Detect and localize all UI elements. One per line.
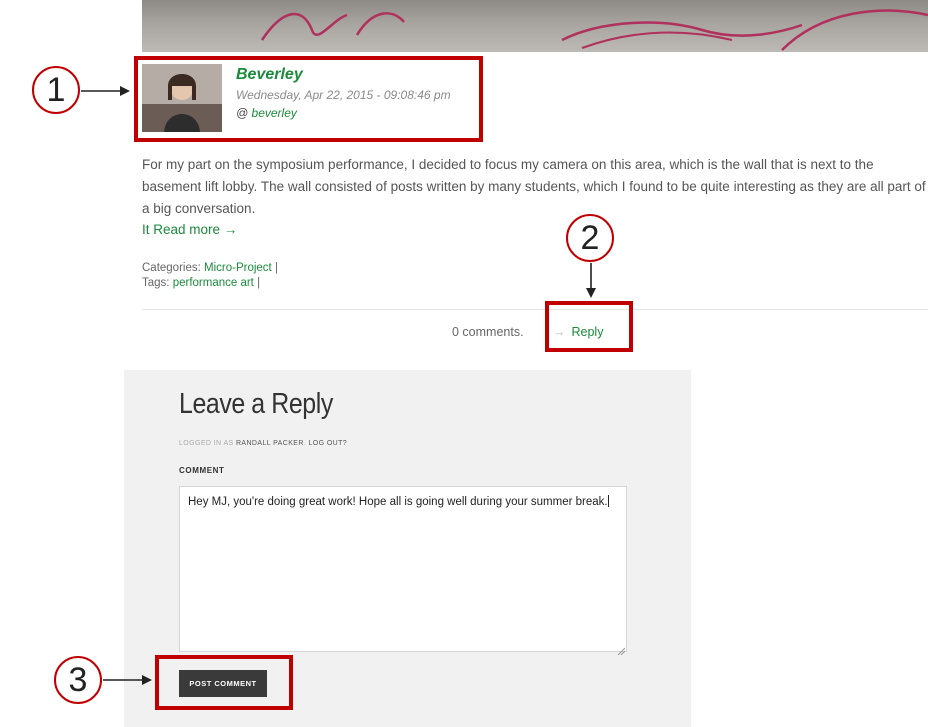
callout-1: 1 xyxy=(32,66,80,114)
categories-label: Categories: xyxy=(142,262,201,274)
post-divider xyxy=(142,309,928,310)
post-categories: Categories: Micro-Project | xyxy=(142,262,278,274)
read-more: It Read more → xyxy=(142,222,237,237)
post-excerpt: For my part on the symposium performance… xyxy=(142,157,926,216)
handwriting-decoration xyxy=(260,9,928,51)
post-tags: Tags: performance art | xyxy=(142,277,260,289)
comment-label: COMMENT xyxy=(179,466,225,475)
logout-link[interactable]: LOG OUT? xyxy=(309,440,348,447)
post-header-image xyxy=(142,0,928,52)
categories-separator: | xyxy=(274,262,278,274)
read-more-link[interactable]: Read more → xyxy=(153,222,237,237)
category-link[interactable]: Micro-Project xyxy=(204,262,272,274)
highlight-box-author xyxy=(134,56,483,142)
callout-3: 3 xyxy=(54,656,102,704)
reply-title: Leave a Reply xyxy=(179,388,333,420)
logged-in-prefix: LOGGED IN AS xyxy=(179,440,236,447)
resize-handle-icon[interactable] xyxy=(617,642,626,656)
comment-textarea[interactable]: Hey MJ, you're doing great work! Hope al… xyxy=(179,486,627,652)
comments-count[interactable]: 0 comments. xyxy=(452,325,524,339)
logged-in-status: LOGGED IN AS RANDALL PACKER. LOG OUT? xyxy=(179,440,348,447)
read-more-prefix: It xyxy=(142,222,154,237)
tags-label: Tags: xyxy=(142,277,170,289)
callout-2: 2 xyxy=(566,214,614,262)
tags-separator: | xyxy=(257,277,261,289)
tag-link[interactable]: performance art xyxy=(173,277,254,289)
highlight-box-post-button xyxy=(155,655,293,710)
highlight-box-reply xyxy=(545,301,633,352)
logged-in-user-link[interactable]: RANDALL PACKER xyxy=(236,440,304,447)
text-caret xyxy=(607,495,609,507)
comment-text: Hey MJ, you're doing great work! Hope al… xyxy=(188,496,608,508)
